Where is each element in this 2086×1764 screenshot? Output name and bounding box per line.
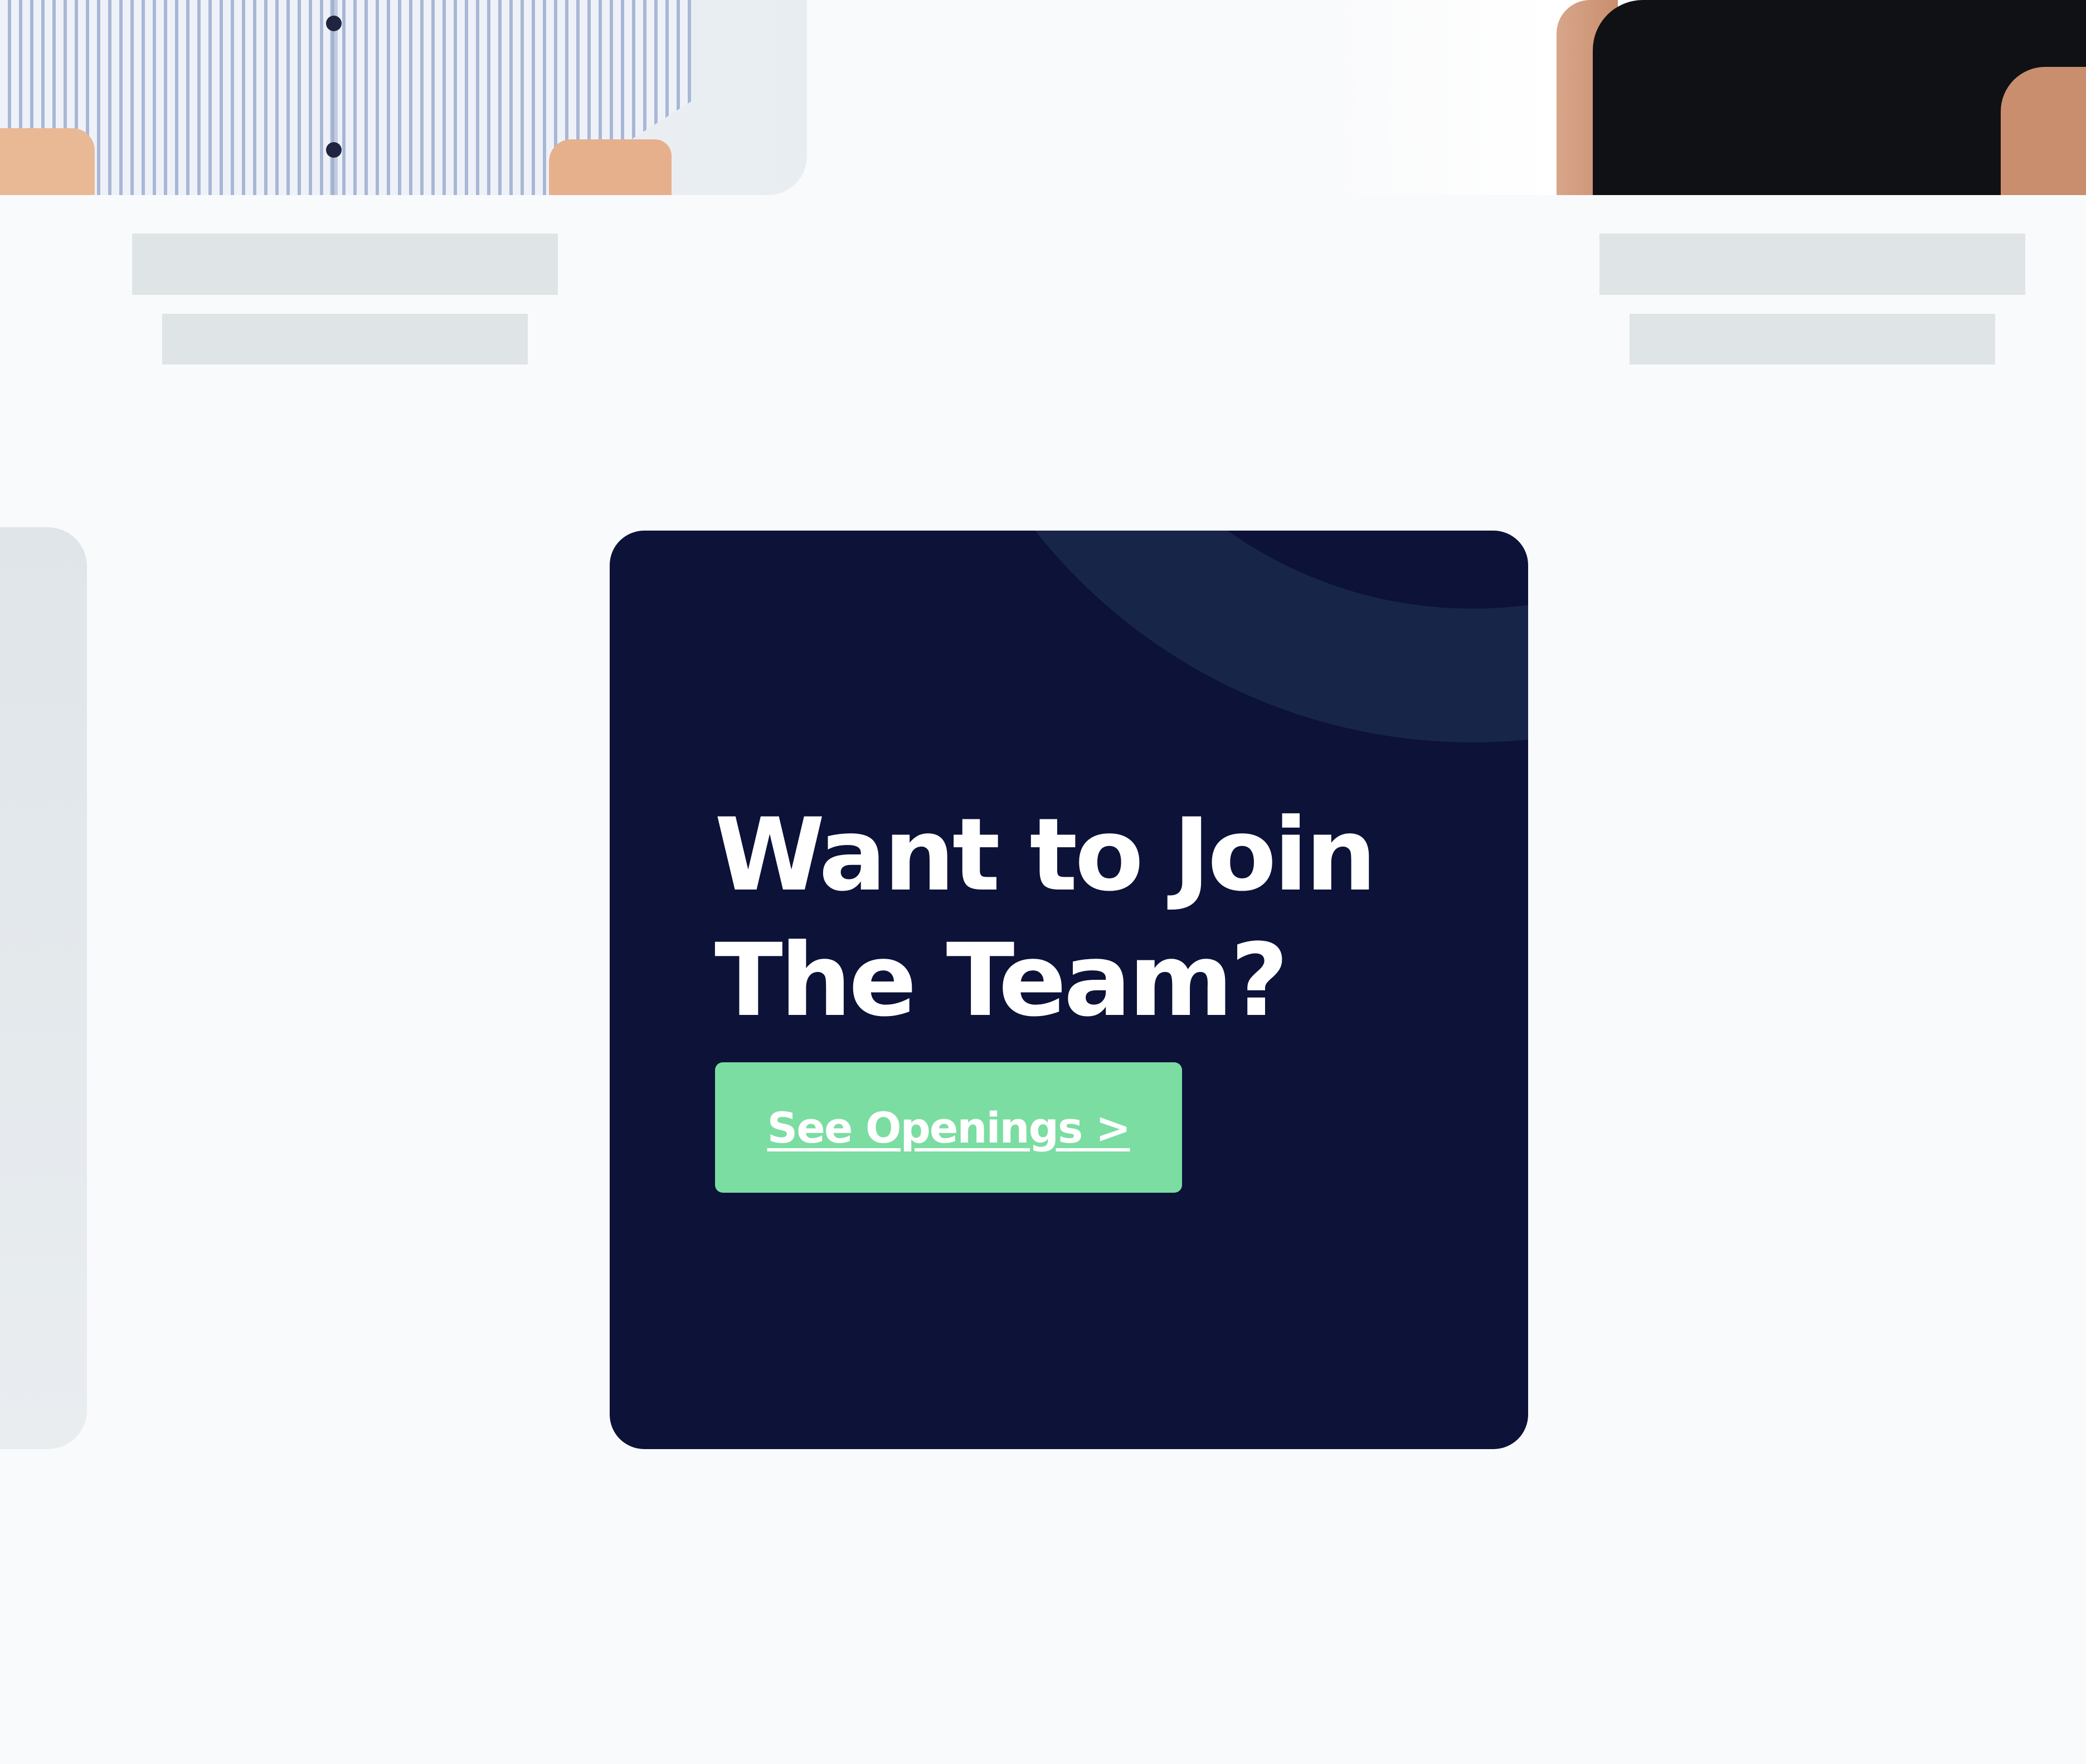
arm <box>0 128 95 195</box>
decorative-arc <box>915 531 1528 742</box>
arm <box>2001 67 2086 195</box>
see-openings-button[interactable]: See Openings > <box>715 1062 1182 1193</box>
shirt-button <box>326 142 342 158</box>
see-openings-label: See Openings > <box>767 1102 1131 1153</box>
join-team-card: Want to Join The Team? See Openings > <box>610 531 1528 1449</box>
team-member-card-partial[interactable] <box>0 527 87 1449</box>
team-member-name-placeholder <box>1599 234 2025 295</box>
team-member-role-placeholder <box>162 314 528 365</box>
team-member-name-placeholder <box>132 234 558 295</box>
shirt-button <box>326 16 342 31</box>
arm <box>549 139 672 195</box>
join-team-heading: Want to Join The Team? <box>714 797 1377 1039</box>
team-member-photo-left <box>0 0 807 195</box>
team-page: Want to Join The Team? See Openings > <box>0 0 2086 1764</box>
team-member-photo-right <box>1326 0 2086 195</box>
team-member-role-placeholder <box>1630 314 1995 365</box>
